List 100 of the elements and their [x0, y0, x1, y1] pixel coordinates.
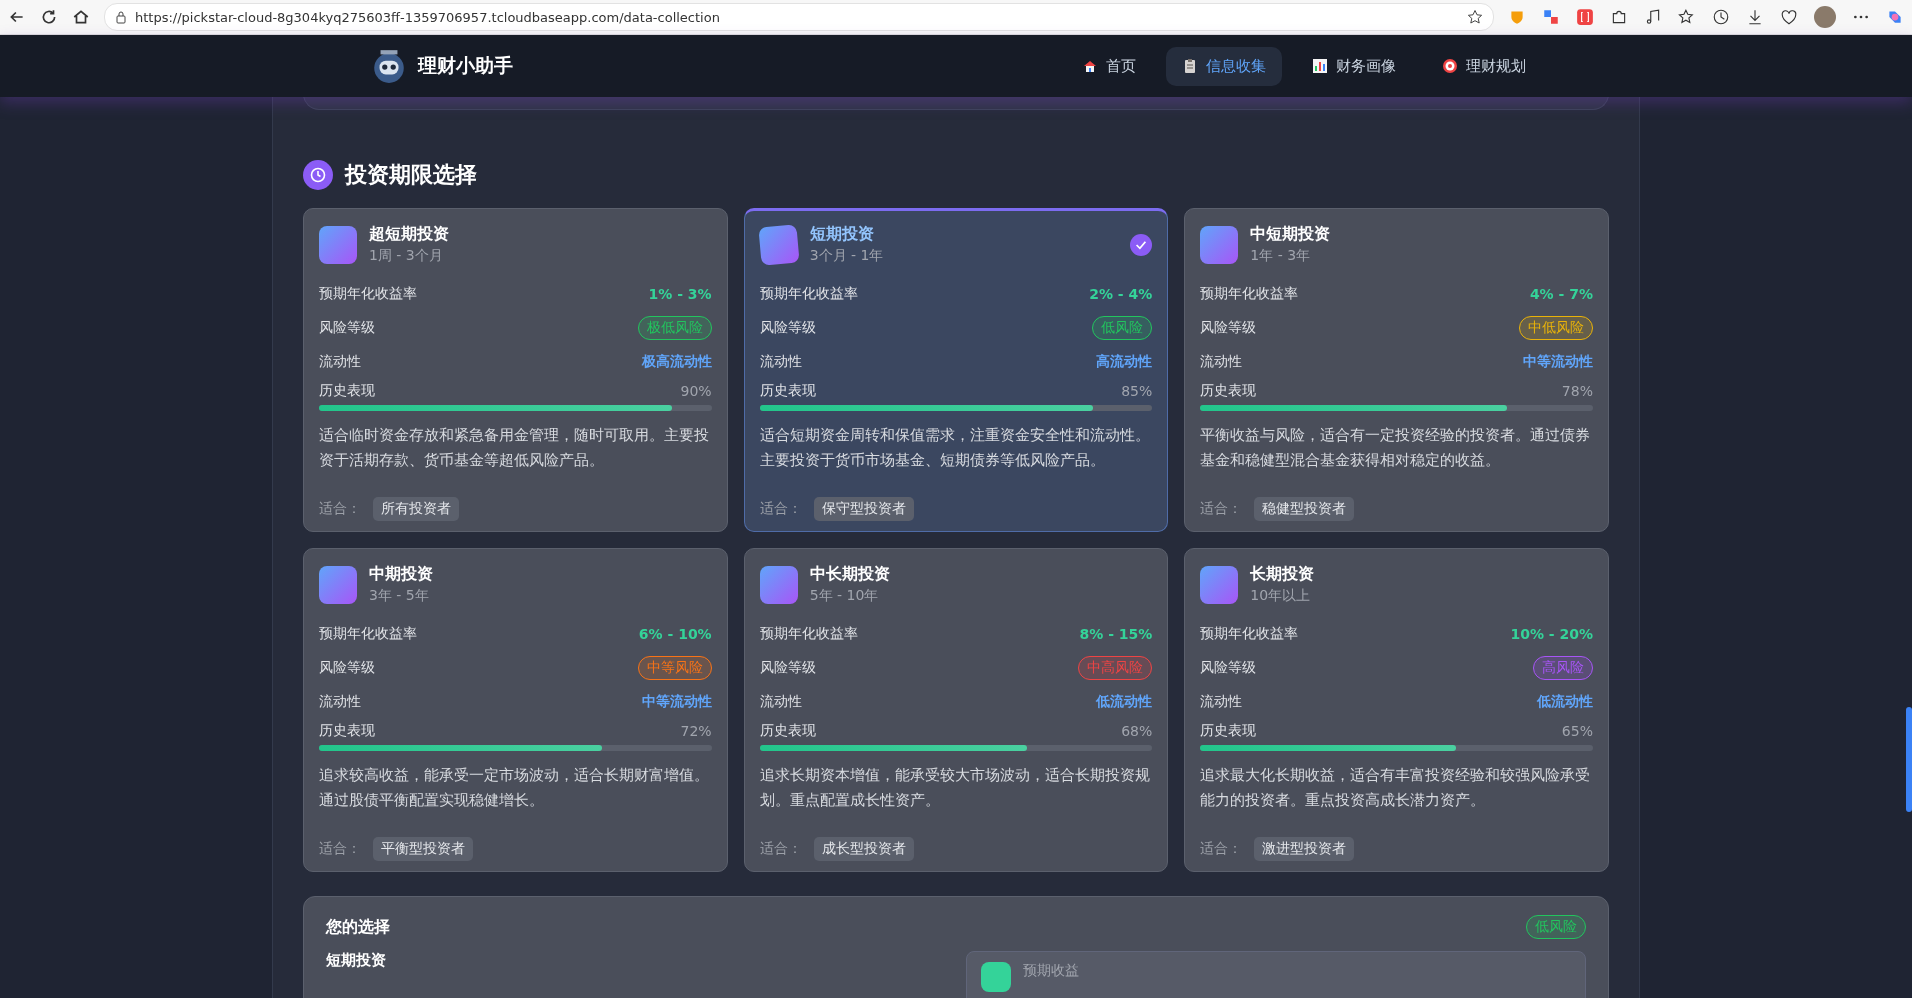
card-title: 短期投资 — [809, 224, 875, 245]
option-card[interactable]: 中长期投资 5年 - 10年 预期年化收益率 8% - 15% 风险等级 中高风险 流动性 低流动性 历史表现 68% 追求长期资本增值，能承受较大市场波动，适合长期投资规划。重点配置成长性资产。 适合： 成长型投资者 — [743, 548, 1169, 872]
gradient-square-icon — [319, 565, 357, 604]
liquidity-value: 极高流动性 — [641, 353, 712, 371]
gradient-square-icon — [759, 565, 798, 604]
address-bar[interactable]: https://pickstar-cloud-8g304kyq275603ff-1359706957.tcloudbaseapp.com/data-collection — [104, 3, 1494, 31]
card-title: 长期投资 — [1250, 564, 1316, 585]
row-label: 风险等级 — [319, 319, 375, 337]
return-value: 2% - 4% — [1089, 286, 1153, 302]
row-label: 风险等级 — [759, 319, 816, 337]
option-card[interactable]: 中短期投资 1年 - 3年 预期年化收益率 4% - 7% 风险等级 中低风险 流动性 中等流动性 历史表现 78% 平衡收益与风险，适合有一定投资经验的投资者。通过债券基金和稳健型混合基金获得相对稳定的收益。 适合： 稳健型投资者 — [1184, 208, 1609, 532]
row-label: 流动性 — [759, 353, 802, 371]
favorites-icon[interactable] — [1678, 8, 1696, 26]
bar-chart-icon — [1312, 58, 1328, 74]
row-label: 历史表现 — [1200, 722, 1257, 740]
reload-icon[interactable] — [40, 8, 58, 26]
risk-badge: 中高风险 — [1078, 656, 1153, 680]
house-icon — [1082, 58, 1098, 74]
investor-tag: 成长型投资者 — [813, 837, 914, 861]
nav-tab[interactable]: 首页 — [1066, 46, 1152, 86]
scrollbar-thumb[interactable] — [1906, 707, 1912, 812]
bracket-icon[interactable] — [1576, 8, 1594, 26]
row-label: 历史表现 — [319, 382, 375, 400]
risk-badge: 低风险 — [1526, 915, 1586, 939]
percent-value: 90% — [680, 383, 712, 399]
period-text: 5年 - 10年 — [809, 587, 880, 605]
row-label: 风险等级 — [1200, 659, 1257, 677]
row-label: 流动性 — [319, 693, 361, 711]
home-icon[interactable] — [72, 8, 90, 26]
option-card[interactable]: 短期投资 3个月 - 1年 预期年化收益率 2% - 4% 风险等级 低风险 流动性 高流动性 历史表现 85% 适合短期资金周转和保值需求，注重资金安全性和流动性。主要投资于货币市场基金、短期债券等低风险产品。 适合： 保守型投资者 — [743, 208, 1169, 532]
liquidity-value: 中等流动性 — [1523, 353, 1593, 371]
option-card[interactable]: 长期投资 10年以上 预期年化收益率 10% - 20% 风险等级 高风险 流动性 低流动性 历史表现 65% 追求最大化长期收益，适合有丰富投资经验和较强风险承受能力的投资者。重点投资高成长潜力资产。 适合： 激进型投资者 — [1184, 548, 1609, 872]
row-label: 预期年化收益率 — [319, 285, 417, 303]
suitable-label: 适合： — [1200, 840, 1243, 858]
row-label: 流动性 — [759, 693, 802, 711]
liquidity-value: 低流动性 — [1537, 693, 1593, 711]
target-icon — [1442, 58, 1458, 74]
row-label: 预期年化收益率 — [1200, 625, 1299, 643]
liquidity-value: 低流动性 — [1096, 693, 1153, 711]
period-text: 1周 - 3个月 — [369, 247, 444, 265]
card-description: 追求较高收益，能承受一定市场波动，适合长期财富增值。通过股债平衡配置实现稳健增长。 — [319, 765, 710, 811]
heart-icon[interactable] — [1780, 8, 1798, 26]
summary-title: 您的选择 — [326, 916, 390, 938]
selected-choice: 短期投资 — [326, 951, 386, 971]
option-card[interactable]: 超短期投资 1周 - 3个月 预期年化收益率 1% - 3% 风险等级 极低风险 流动性 极高流动性 历史表现 90% 适合临时资金存放和紧急备用金管理，随时可取用。主要投资于活期存款、货币基金等超低风险产品。 适合： 所有投资者 — [303, 208, 728, 532]
star-icon[interactable] — [1467, 9, 1483, 25]
risk-badge: 高风险 — [1533, 656, 1593, 680]
row-label: 历史表现 — [759, 382, 816, 400]
return-value: 4% - 7% — [1529, 286, 1593, 302]
gradient-square-icon — [1200, 565, 1239, 604]
card-description: 平衡收益与风险，适合有一定投资经验的投资者。通过债券基金和稳健型混合基金获得相对稳定的收益。 — [1200, 425, 1592, 471]
period-text: 3个月 - 1年 — [809, 247, 885, 265]
clipboard-icon — [1182, 58, 1198, 74]
suitable-label: 适合： — [319, 500, 361, 518]
check-icon — [1130, 233, 1153, 256]
nav-tab[interactable]: 财务画像 — [1296, 46, 1412, 86]
period-text: 3年 - 5年 — [369, 587, 430, 605]
gradient-square-icon — [1200, 225, 1239, 264]
download-icon[interactable] — [1746, 8, 1764, 26]
stat-label: 预期收益 — [1023, 962, 1079, 980]
suitable-label: 适合： — [1200, 500, 1243, 518]
percent-value: 85% — [1121, 383, 1153, 399]
row-label: 流动性 — [319, 353, 361, 371]
card-title: 中期投资 — [369, 564, 434, 585]
card-title: 中短期投资 — [1250, 224, 1332, 245]
card-description: 追求最大化长期收益，适合有丰富投资经验和较强风险承受能力的投资者。重点投资高成长潜力资产。 — [1200, 765, 1592, 811]
risk-badge: 低风险 — [1092, 316, 1153, 340]
nav-tab[interactable]: 理财规划 — [1426, 46, 1542, 86]
risk-badge: 极低风险 — [637, 316, 712, 340]
row-label: 历史表现 — [1200, 382, 1257, 400]
gradient-square-icon — [319, 225, 357, 264]
card-description: 追求长期资本增值，能承受较大市场波动，适合长期投资规划。重点配置成长性资产。 — [759, 765, 1151, 811]
nav-tab[interactable]: 信息收集 — [1166, 46, 1282, 86]
period-text: 10年以上 — [1250, 587, 1312, 605]
return-value: 10% - 20% — [1510, 626, 1593, 642]
gradient-square-icon — [758, 223, 800, 266]
option-card[interactable]: 中期投资 3年 - 5年 预期年化收益率 6% - 10% 风险等级 中等风险 流动性 中等流动性 历史表现 72% 追求较高收益，能承受一定市场波动，适合长期财富增值。通过股债平衡配置实现稳健增长。 适合： 平衡型投资者 — [303, 548, 728, 872]
return-value: 1% - 3% — [648, 286, 712, 302]
card-description: 适合临时资金存放和紧急备用金管理，随时可取用。主要投资于活期存款、货币基金等超低风险产品。 — [319, 425, 710, 471]
row-label: 风险等级 — [759, 659, 816, 677]
investor-tag: 所有投资者 — [373, 497, 459, 521]
profile-avatar[interactable] — [1814, 6, 1836, 28]
row-label: 风险等级 — [319, 659, 375, 677]
suitable-label: 适合： — [759, 840, 802, 858]
return-value: 6% - 10% — [638, 626, 712, 642]
music-icon[interactable] — [1644, 8, 1662, 26]
row-label: 历史表现 — [759, 722, 816, 740]
suitable-label: 适合： — [759, 500, 802, 518]
row-label: 预期年化收益率 — [759, 285, 858, 303]
row-label: 历史表现 — [319, 722, 375, 740]
extension-icon[interactable] — [1542, 8, 1560, 26]
card-title: 中长期投资 — [809, 564, 891, 585]
risk-badge: 中等风险 — [637, 656, 712, 680]
history-icon[interactable] — [1712, 8, 1730, 26]
risk-badge: 中低风险 — [1519, 316, 1593, 340]
liquidity-value: 中等流动性 — [641, 693, 712, 711]
row-label: 预期年化收益率 — [319, 625, 417, 643]
percent-value: 65% — [1561, 723, 1593, 739]
row-label: 预期年化收益率 — [759, 625, 858, 643]
row-label: 流动性 — [1200, 353, 1243, 371]
